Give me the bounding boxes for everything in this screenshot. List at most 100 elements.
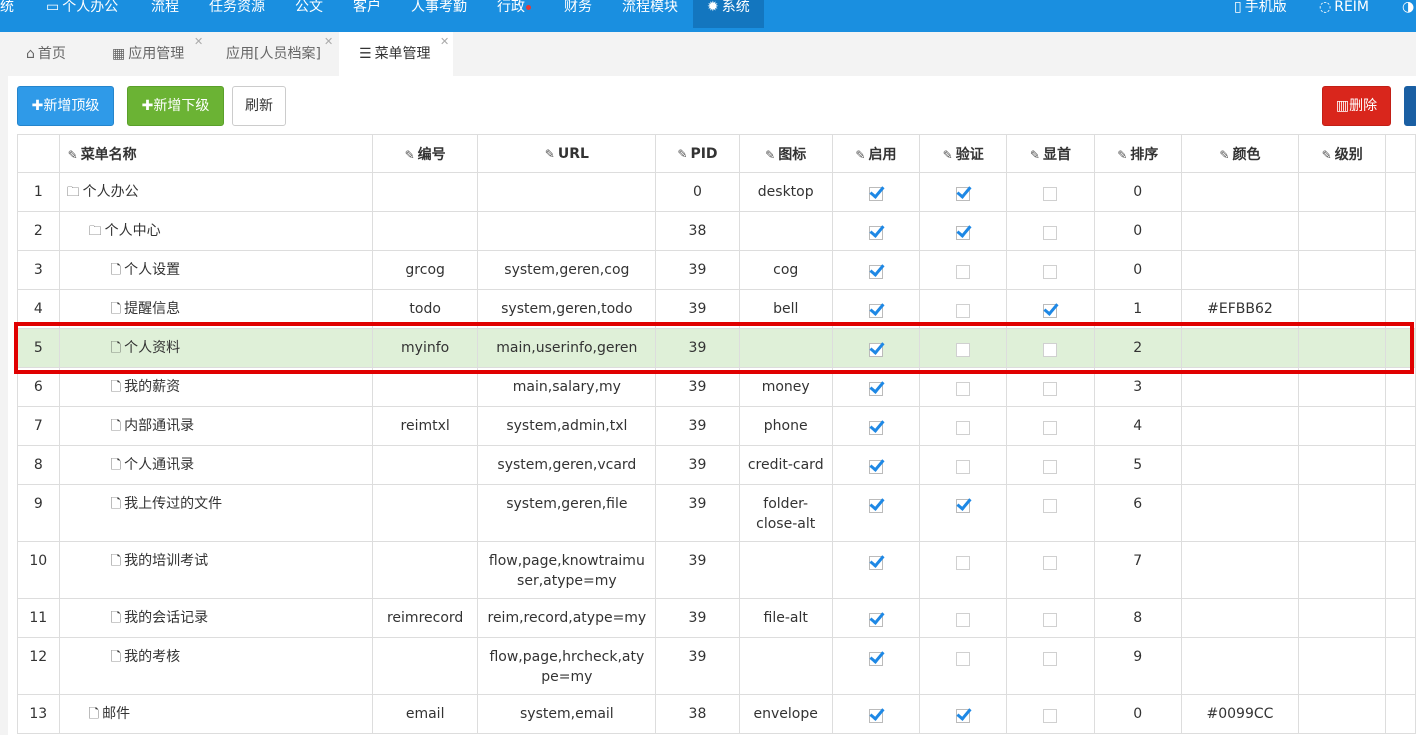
show-home-checkbox[interactable] bbox=[1043, 612, 1058, 627]
code-cell[interactable] bbox=[371, 172, 479, 212]
row-index-cell[interactable]: 4 bbox=[17, 289, 60, 329]
color-cell[interactable] bbox=[1180, 367, 1300, 407]
url-cell[interactable]: system,email bbox=[477, 694, 657, 734]
col-header-color[interactable]: ✎ 颜色 bbox=[1180, 134, 1300, 173]
verify-checkbox[interactable] bbox=[956, 651, 971, 666]
code-cell[interactable]: todo bbox=[371, 289, 479, 329]
show-home-checkbox[interactable] bbox=[1043, 225, 1058, 240]
verify-checkbox-cell[interactable] bbox=[919, 289, 1008, 329]
menu-name-cell[interactable]: 🗋 我的会话记录 bbox=[58, 598, 373, 638]
table-row[interactable]: 1 🗀 个人办公 0 desktop 0 bbox=[17, 172, 1416, 212]
nav-item-personal-office[interactable]: ▭ 个人办公 bbox=[46, 0, 118, 28]
nav-item-flow[interactable]: 流程 bbox=[151, 0, 179, 28]
color-cell[interactable] bbox=[1180, 406, 1300, 446]
show-home-checkbox-cell[interactable] bbox=[1006, 406, 1095, 446]
level-cell[interactable] bbox=[1298, 172, 1387, 212]
extra-cell[interactable] bbox=[1385, 637, 1416, 695]
col-header-pid[interactable]: ✎ PID bbox=[655, 134, 740, 173]
enabled-checkbox-cell[interactable] bbox=[831, 541, 921, 599]
icon-name-cell[interactable]: phone bbox=[738, 406, 833, 446]
row-index-cell[interactable]: 3 bbox=[17, 250, 60, 290]
sort-cell[interactable]: 0 bbox=[1093, 172, 1182, 212]
menu-name-cell[interactable]: 🗀 个人办公 bbox=[58, 172, 373, 212]
show-home-checkbox[interactable] bbox=[1043, 708, 1058, 723]
enabled-checkbox[interactable] bbox=[868, 264, 883, 279]
verify-checkbox[interactable] bbox=[956, 342, 971, 357]
verify-checkbox-cell[interactable] bbox=[919, 250, 1008, 290]
enabled-checkbox[interactable] bbox=[868, 459, 883, 474]
enabled-checkbox[interactable] bbox=[868, 651, 883, 666]
nav-item-customer[interactable]: 客户 bbox=[353, 0, 381, 28]
enabled-checkbox-cell[interactable] bbox=[831, 484, 921, 542]
enabled-checkbox[interactable] bbox=[868, 303, 883, 318]
show-home-checkbox[interactable] bbox=[1043, 651, 1058, 666]
extra-cell[interactable] bbox=[1385, 445, 1416, 485]
row-index-cell[interactable]: 11 bbox=[17, 598, 60, 638]
color-cell[interactable] bbox=[1180, 250, 1300, 290]
sort-cell[interactable]: 0 bbox=[1093, 250, 1182, 290]
sort-cell[interactable]: 8 bbox=[1093, 598, 1182, 638]
verify-checkbox-cell[interactable] bbox=[919, 484, 1008, 542]
color-cell[interactable] bbox=[1180, 172, 1300, 212]
level-cell[interactable] bbox=[1298, 367, 1387, 407]
row-index-cell[interactable]: 7 bbox=[17, 406, 60, 446]
verify-checkbox-cell[interactable] bbox=[919, 328, 1008, 368]
enabled-checkbox-cell[interactable] bbox=[831, 406, 921, 446]
sort-cell[interactable]: 5 bbox=[1093, 445, 1182, 485]
level-cell[interactable] bbox=[1298, 211, 1387, 251]
extra-cell[interactable] bbox=[1385, 211, 1416, 251]
extra-cell[interactable] bbox=[1385, 541, 1416, 599]
code-cell[interactable] bbox=[371, 484, 479, 542]
icon-name-cell[interactable] bbox=[738, 541, 833, 599]
code-cell[interactable]: reimtxl bbox=[371, 406, 479, 446]
verify-checkbox-cell[interactable] bbox=[919, 406, 1008, 446]
color-cell[interactable]: #EFBB62 bbox=[1180, 289, 1300, 329]
show-home-checkbox[interactable] bbox=[1043, 459, 1058, 474]
enabled-checkbox-cell[interactable] bbox=[831, 250, 921, 290]
tab-home[interactable]: ⌂ 首页 bbox=[26, 32, 66, 76]
icon-name-cell[interactable]: desktop bbox=[738, 172, 833, 212]
extra-cell[interactable] bbox=[1385, 694, 1416, 734]
level-cell[interactable] bbox=[1298, 250, 1387, 290]
verify-checkbox[interactable] bbox=[956, 612, 971, 627]
col-header-name[interactable]: ✎ 菜单名称 bbox=[58, 134, 373, 173]
nav-item-task-resource[interactable]: 任务资源 bbox=[209, 0, 265, 28]
show-home-checkbox-cell[interactable] bbox=[1006, 694, 1095, 734]
color-cell[interactable] bbox=[1180, 484, 1300, 542]
icon-name-cell[interactable]: credit-card bbox=[738, 445, 833, 485]
col-header-code[interactable]: ✎ 编号 bbox=[371, 134, 479, 173]
enabled-checkbox[interactable] bbox=[868, 342, 883, 357]
show-home-checkbox[interactable] bbox=[1043, 186, 1058, 201]
nav-item-hr-attendance[interactable]: 人事考勤 bbox=[411, 0, 467, 28]
mobile-version-link[interactable]: ▯ 手机版 bbox=[1234, 0, 1287, 28]
url-cell[interactable]: main,salary,my bbox=[477, 367, 657, 407]
enabled-checkbox-cell[interactable] bbox=[831, 172, 921, 212]
show-home-checkbox[interactable] bbox=[1043, 264, 1058, 279]
col-header-show-home[interactable]: ✎ 显首 bbox=[1006, 134, 1095, 173]
url-cell[interactable]: flow,page,hrcheck,atype=my bbox=[477, 637, 657, 695]
sort-cell[interactable]: 6 bbox=[1093, 484, 1182, 542]
close-icon[interactable]: ✕ bbox=[324, 36, 333, 48]
sort-cell[interactable]: 2 bbox=[1093, 328, 1182, 368]
verify-checkbox[interactable] bbox=[956, 186, 971, 201]
row-index-cell[interactable]: 1 bbox=[17, 172, 60, 212]
show-home-checkbox[interactable] bbox=[1043, 342, 1058, 357]
menu-name-cell[interactable]: 🗋 我的考核 bbox=[58, 637, 373, 695]
row-index-cell[interactable]: 2 bbox=[17, 211, 60, 251]
row-index-cell[interactable]: 12 bbox=[17, 637, 60, 695]
code-cell[interactable] bbox=[371, 211, 479, 251]
sort-cell[interactable]: 0 bbox=[1093, 694, 1182, 734]
table-row[interactable]: 13 🗋 邮件 email system,email 38 envelope 0 #0099CC bbox=[17, 694, 1416, 734]
menu-name-cell[interactable]: 🗋 个人设置 bbox=[58, 250, 373, 290]
table-row[interactable]: 2 🗀 个人中心 38 0 bbox=[17, 211, 1416, 251]
pid-cell[interactable]: 39 bbox=[655, 289, 740, 329]
level-cell[interactable] bbox=[1298, 694, 1387, 734]
extra-cell[interactable] bbox=[1385, 484, 1416, 542]
code-cell[interactable]: email bbox=[371, 694, 479, 734]
menu-name-cell[interactable]: 🗀 个人中心 bbox=[58, 211, 373, 251]
sort-cell[interactable]: 7 bbox=[1093, 541, 1182, 599]
col-header-icon[interactable]: ✎ 图标 bbox=[738, 134, 833, 173]
show-home-checkbox-cell[interactable] bbox=[1006, 484, 1095, 542]
verify-checkbox[interactable] bbox=[956, 264, 971, 279]
enabled-checkbox-cell[interactable] bbox=[831, 367, 921, 407]
